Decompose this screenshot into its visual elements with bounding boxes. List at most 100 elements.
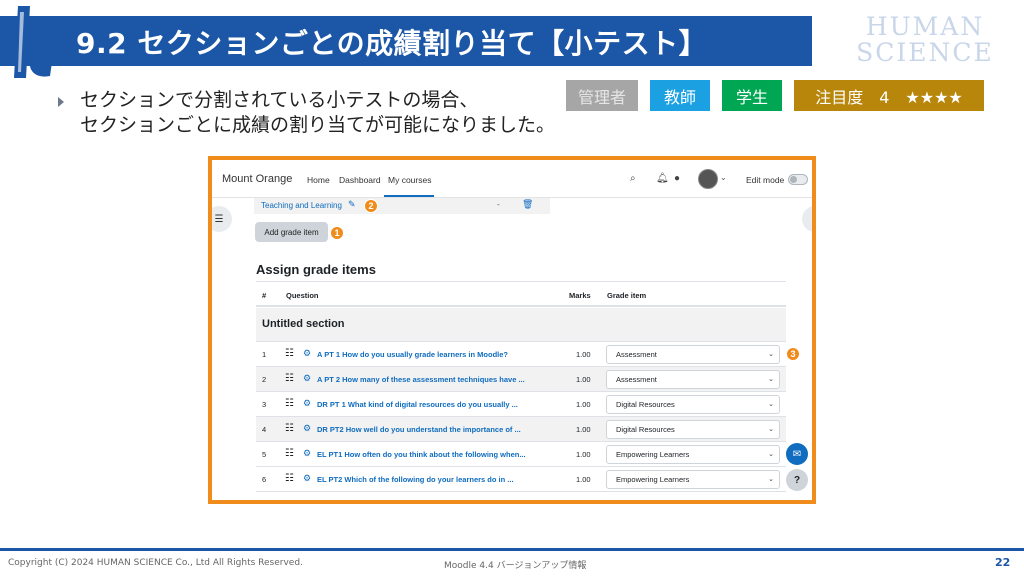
question-number: 4 (262, 425, 267, 434)
question-number: 2 (262, 375, 267, 384)
chevron-down-icon: ⌄ (768, 476, 774, 483)
question-marks: 1.00 (576, 375, 591, 384)
footer-center-text: Moodle 4.4 バージョンアップ情報 (444, 561, 587, 571)
table-row: 4 ☷ ⚙ DR PT2 How well do you understand … (256, 417, 786, 442)
page-number: 22 (995, 556, 1011, 569)
question-marks: 1.00 (576, 425, 591, 434)
question-number: 3 (262, 400, 267, 409)
gear-icon[interactable]: ⚙ (303, 348, 311, 359)
site-name[interactable]: Mount Orange (222, 173, 292, 185)
grade-item-select[interactable]: Empowering Learners ⌄ (606, 470, 780, 489)
callout-2: 2 (364, 199, 378, 213)
block-drawer-button[interactable] (802, 206, 812, 232)
help-button[interactable]: ? (786, 469, 808, 491)
badge-attention-level: 注目度 4 ★★★★ (794, 80, 984, 111)
column-num: # (262, 291, 267, 300)
callout-3: 3 (786, 347, 800, 361)
question-link[interactable]: EL PT1 How often do you think about the … (317, 450, 526, 459)
drag-list-icon[interactable]: ☷ (285, 373, 294, 384)
question-marks: 1.00 (576, 400, 591, 409)
bullet-line-1: セクションで分割されている小テストの場合、 (80, 89, 479, 111)
grade-item-select[interactable]: Empowering Learners ⌄ (606, 445, 780, 464)
trash-icon[interactable]: 🗑︎ (522, 199, 533, 210)
gear-icon[interactable]: ⚙ (303, 423, 311, 434)
question-marks: 1.00 (576, 350, 591, 359)
nav-my-courses[interactable]: My courses (388, 175, 431, 185)
grade-category-link[interactable]: Teaching and Learning (261, 201, 342, 210)
grade-item-value: Assessment (616, 375, 657, 384)
moodle-navbar: Mount Orange Home Dashboard My courses ⌕… (212, 160, 812, 198)
chevron-down-icon: ⌄ (768, 401, 774, 408)
drag-list-icon[interactable]: ☷ (285, 398, 294, 409)
question-marks: 1.00 (576, 450, 591, 459)
brand-line-1: HUMAN (865, 12, 985, 41)
table-row: 3 ☷ ⚙ DR PT 1 What kind of digital resou… (256, 392, 786, 417)
question-link[interactable]: A PT 1 How do you usually grade learners… (317, 350, 508, 359)
message-drawer-icon[interactable]: ✉ (786, 443, 808, 465)
add-grade-item-button[interactable]: Add grade item (255, 222, 328, 242)
slide-title: 9.2 セクションごとの成績割り当て【小テスト】 (76, 27, 708, 60)
brand-wordmark: HUMAN SCIENCE (840, 14, 1010, 66)
bullet-triangle-icon (58, 97, 64, 107)
screenshot-frame: Mount Orange Home Dashboard My courses ⌕… (208, 156, 816, 504)
title-banner: 9.2 セクションごとの成績割り当て【小テスト】 HUMAN SCIENCE (0, 0, 1024, 80)
grade-item-select[interactable]: Assessment ⌄ (606, 345, 780, 364)
callout-1: 1 (330, 226, 344, 240)
grade-item-value: Empowering Learners (616, 475, 690, 484)
grade-item-select[interactable]: Assessment ⌄ (606, 370, 780, 389)
question-link[interactable]: EL PT2 Which of the following do your le… (317, 475, 514, 484)
bell-icon[interactable]: 🔔︎ (656, 173, 669, 184)
edit-mode-toggle[interactable] (788, 174, 808, 185)
gear-icon[interactable]: ⚙ (303, 473, 311, 484)
footer-copyright: Copyright (C) 2024 HUMAN SCIENCE Co., Lt… (8, 558, 303, 568)
footer-divider (0, 548, 1024, 551)
question-link[interactable]: DR PT2 How well do you understand the im… (317, 425, 521, 434)
chevron-down-icon: ⌄ (768, 376, 774, 383)
table-row: 5 ☷ ⚙ EL PT1 How often do you think abou… (256, 442, 786, 467)
question-number: 6 (262, 475, 267, 484)
table-row: 2 ☷ ⚙ A PT 2 How many of these assessmen… (256, 367, 786, 392)
question-marks: 1.00 (576, 475, 591, 484)
pencil-icon[interactable]: ✎ (348, 199, 356, 210)
badge-student: 学生 (722, 80, 782, 111)
category-dash: - (497, 200, 500, 209)
nav-home[interactable]: Home (307, 175, 330, 185)
grade-item-select[interactable]: Digital Resources ⌄ (606, 420, 780, 439)
chevron-down-icon[interactable]: ⌄ (720, 173, 727, 182)
grade-item-select[interactable]: Digital Resources ⌄ (606, 395, 780, 414)
chat-icon[interactable]: ● (674, 173, 680, 184)
chevron-down-icon: ⌄ (768, 451, 774, 458)
moodle-screenshot: Mount Orange Home Dashboard My courses ⌕… (212, 160, 812, 500)
course-index-drawer-button[interactable]: ☰ (212, 206, 232, 232)
chevron-down-icon: ⌄ (768, 351, 774, 358)
bullet-text: セクションで分割されている小テストの場合、 セクションごとに成績の割り当てが可能… (80, 88, 555, 138)
nav-dashboard[interactable]: Dashboard (339, 175, 381, 185)
badge-admin: 管理者 (566, 80, 638, 111)
question-number: 1 (262, 350, 267, 359)
brand-logo-icon (14, 6, 53, 78)
drag-list-icon[interactable]: ☷ (285, 473, 294, 484)
gear-icon[interactable]: ⚙ (303, 448, 311, 459)
table-row: 6 ☷ ⚙ EL PT2 Which of the following do y… (256, 467, 786, 492)
section-name: Untitled section (262, 318, 345, 330)
table-header: # Question Marks Grade item (256, 281, 786, 307)
column-grade-item: Grade item (607, 291, 647, 300)
question-link[interactable]: DR PT 1 What kind of digital resources d… (317, 400, 518, 409)
brand-line-2: SCIENCE (856, 38, 994, 67)
badge-teacher: 教師 (650, 80, 710, 111)
chevron-down-icon: ⌄ (768, 426, 774, 433)
drag-list-icon[interactable]: ☷ (285, 448, 294, 459)
search-icon[interactable]: ⌕ (630, 173, 636, 184)
gear-icon[interactable]: ⚙ (303, 398, 311, 409)
table-row: 1 ☷ ⚙ A PT 1 How do you usually grade le… (256, 342, 786, 367)
drag-list-icon[interactable]: ☷ (285, 348, 294, 359)
grade-item-value: Assessment (616, 350, 657, 359)
edit-mode-label: Edit mode (746, 175, 785, 185)
gear-icon[interactable]: ⚙ (303, 373, 311, 384)
section-row: Untitled section (256, 308, 786, 342)
avatar[interactable] (698, 169, 718, 189)
drag-list-icon[interactable]: ☷ (285, 423, 294, 434)
question-link[interactable]: A PT 2 How many of these assessment tech… (317, 375, 525, 384)
question-number: 5 (262, 450, 267, 459)
grade-item-value: Empowering Learners (616, 450, 690, 459)
